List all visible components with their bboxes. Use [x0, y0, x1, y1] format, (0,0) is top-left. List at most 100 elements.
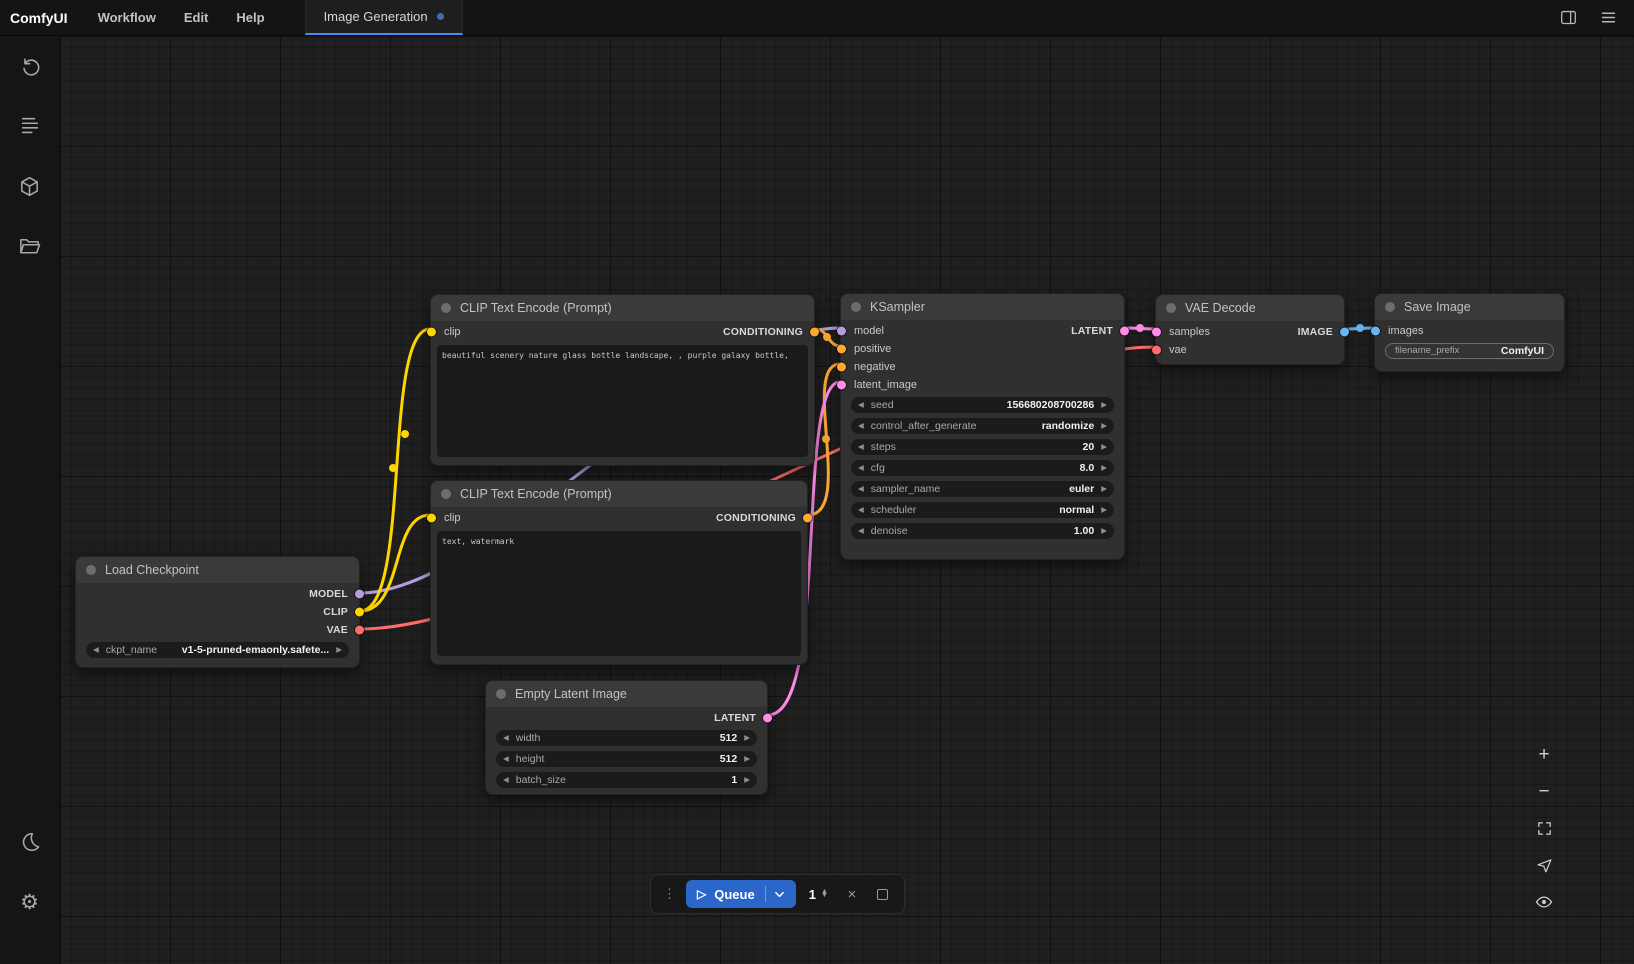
- node-header[interactable]: VAE Decode: [1156, 295, 1344, 321]
- panel-toggle-icon[interactable]: [1558, 8, 1578, 28]
- input-port-samples[interactable]: [1152, 328, 1161, 337]
- increment-arrow-icon[interactable]: ▶: [744, 734, 750, 742]
- node-save-image[interactable]: Save Image images filename_prefix ComfyU…: [1374, 293, 1565, 372]
- node-header[interactable]: Load Checkpoint: [76, 557, 359, 583]
- decrement-arrow-icon[interactable]: ◀: [858, 422, 864, 430]
- increment-arrow-icon[interactable]: ▶: [1101, 506, 1107, 514]
- output-port-clip[interactable]: [355, 608, 364, 617]
- node-header[interactable]: CLIP Text Encode (Prompt): [431, 295, 814, 321]
- increment-arrow-icon[interactable]: ▶: [1101, 464, 1107, 472]
- node-header[interactable]: CLIP Text Encode (Prompt): [431, 481, 807, 507]
- model-library-icon[interactable]: [18, 174, 42, 198]
- increment-arrow-icon[interactable]: ▶: [1101, 443, 1107, 451]
- decrement-arrow-icon[interactable]: ◀: [858, 401, 864, 409]
- output-port-latent[interactable]: [763, 714, 772, 723]
- queue-button[interactable]: ▷ Queue: [686, 880, 796, 908]
- batch-count-stepper[interactable]: 1 ▲ ▼: [805, 887, 832, 902]
- decrement-arrow-icon[interactable]: ◀: [858, 506, 864, 514]
- menu-edit[interactable]: Edit: [170, 0, 223, 35]
- chevron-down-icon[interactable]: [774, 889, 785, 900]
- increment-arrow-icon[interactable]: ▶: [1101, 485, 1107, 493]
- collapse-dot[interactable]: [1166, 303, 1176, 313]
- node-clip-text-encode-negative[interactable]: CLIP Text Encode (Prompt) clip CONDITION…: [430, 480, 808, 665]
- node-library-icon[interactable]: [18, 114, 42, 138]
- decrement-arrow-icon[interactable]: ◀: [503, 776, 509, 784]
- menu-workflow[interactable]: Workflow: [84, 0, 170, 35]
- workflows-folder-icon[interactable]: [18, 234, 42, 258]
- widget-filename-prefix[interactable]: filename_prefix ComfyUI: [1385, 343, 1554, 359]
- widget-scheduler[interactable]: ◀ scheduler normal ▶: [851, 502, 1114, 518]
- output-port-image[interactable]: [1340, 328, 1349, 337]
- hamburger-menu-icon[interactable]: [1598, 8, 1618, 28]
- increment-arrow-icon[interactable]: ▶: [1101, 401, 1107, 409]
- increment-arrow-icon[interactable]: ▶: [744, 776, 750, 784]
- widget-control-after-generate[interactable]: ◀ control_after_generate randomize ▶: [851, 418, 1114, 434]
- node-header[interactable]: Empty Latent Image: [486, 681, 767, 707]
- widget-ckpt-name[interactable]: ◀ ckpt_name v1-5-pruned-emaonly.safete..…: [86, 642, 349, 658]
- fit-view-icon[interactable]: [1532, 816, 1556, 840]
- decrement-arrow-icon[interactable]: ◀: [503, 755, 509, 763]
- workflow-history-icon[interactable]: [18, 54, 42, 78]
- collapse-dot[interactable]: [851, 302, 861, 312]
- decrement-arrow-icon[interactable]: ◀: [858, 443, 864, 451]
- widget-height[interactable]: ◀ height 512 ▶: [496, 751, 757, 767]
- input-port-latent-image[interactable]: [837, 381, 846, 390]
- node-clip-text-encode-positive[interactable]: CLIP Text Encode (Prompt) clip CONDITION…: [430, 294, 815, 466]
- input-port-vae[interactable]: [1152, 346, 1161, 355]
- widget-steps[interactable]: ◀ steps 20 ▶: [851, 439, 1114, 455]
- graph-canvas[interactable]: Load Checkpoint MODEL CLIP VAE ◀ ckpt_na…: [60, 36, 1634, 964]
- decrement-arrow-icon[interactable]: ◀: [858, 464, 864, 472]
- output-port-conditioning[interactable]: [803, 514, 812, 523]
- menu-help[interactable]: Help: [222, 0, 278, 35]
- input-port-model[interactable]: [837, 327, 846, 336]
- tab-image-generation[interactable]: Image Generation: [305, 0, 463, 35]
- widget-cfg[interactable]: ◀ cfg 8.0 ▶: [851, 460, 1114, 476]
- select-mode-icon[interactable]: [1532, 853, 1556, 877]
- input-port-negative[interactable]: [837, 363, 846, 372]
- drag-handle-icon[interactable]: ⋮: [661, 886, 677, 902]
- increment-arrow-icon[interactable]: ▶: [336, 646, 342, 654]
- clear-queue-icon[interactable]: ×: [841, 883, 863, 905]
- node-header[interactable]: Save Image: [1375, 294, 1564, 320]
- widget-seed[interactable]: ◀ seed 156680208700286 ▶: [851, 397, 1114, 413]
- node-load-checkpoint[interactable]: Load Checkpoint MODEL CLIP VAE ◀ ckpt_na…: [75, 556, 360, 668]
- decrement-arrow-icon[interactable]: ◀: [503, 734, 509, 742]
- settings-gear-icon[interactable]: ⚙: [18, 890, 42, 914]
- zoom-in-icon[interactable]: +: [1532, 742, 1556, 766]
- node-vae-decode[interactable]: VAE Decode samples IMAGE vae: [1155, 294, 1345, 365]
- theme-toggle-moon-icon[interactable]: [18, 830, 42, 854]
- widget-batch-size[interactable]: ◀ batch_size 1 ▶: [496, 772, 757, 788]
- increment-arrow-icon[interactable]: ▶: [1101, 527, 1107, 535]
- stop-icon[interactable]: [872, 883, 894, 905]
- node-empty-latent-image[interactable]: Empty Latent Image LATENT ◀ width 512 ▶ …: [485, 680, 768, 795]
- input-port-clip[interactable]: [427, 328, 436, 337]
- widget-width[interactable]: ◀ width 512 ▶: [496, 730, 757, 746]
- toggle-link-visibility-eye-icon[interactable]: [1532, 890, 1556, 914]
- prompt-textarea[interactable]: beautiful scenery nature glass bottle la…: [437, 345, 808, 457]
- collapse-dot[interactable]: [441, 303, 451, 313]
- decrement-arrow-icon[interactable]: ◀: [858, 485, 864, 493]
- decrement-arrow-icon[interactable]: ◀: [93, 646, 99, 654]
- input-port-clip[interactable]: [427, 514, 436, 523]
- decrement-arrow-icon[interactable]: ◀: [858, 527, 864, 535]
- zoom-out-icon[interactable]: −: [1532, 779, 1556, 803]
- output-port-latent[interactable]: [1120, 327, 1129, 336]
- input-port-images[interactable]: [1371, 327, 1380, 336]
- stepper-down-icon[interactable]: ▼: [821, 894, 828, 898]
- collapse-dot[interactable]: [496, 689, 506, 699]
- collapse-dot[interactable]: [441, 489, 451, 499]
- node-ksampler[interactable]: KSampler model LATENT positive negative …: [840, 293, 1125, 560]
- increment-arrow-icon[interactable]: ▶: [1101, 422, 1107, 430]
- prompt-textarea[interactable]: text, watermark: [437, 531, 801, 656]
- output-port-model[interactable]: [355, 590, 364, 599]
- widget-denoise[interactable]: ◀ denoise 1.00 ▶: [851, 523, 1114, 539]
- output-port-conditioning[interactable]: [810, 328, 819, 337]
- node-header[interactable]: KSampler: [841, 294, 1124, 320]
- input-port-positive[interactable]: [837, 345, 846, 354]
- widget-sampler-name[interactable]: ◀ sampler_name euler ▶: [851, 481, 1114, 497]
- collapse-dot[interactable]: [1385, 302, 1395, 312]
- batch-count-value[interactable]: 1: [809, 887, 816, 902]
- output-port-vae[interactable]: [355, 626, 364, 635]
- collapse-dot[interactable]: [86, 565, 96, 575]
- increment-arrow-icon[interactable]: ▶: [744, 755, 750, 763]
